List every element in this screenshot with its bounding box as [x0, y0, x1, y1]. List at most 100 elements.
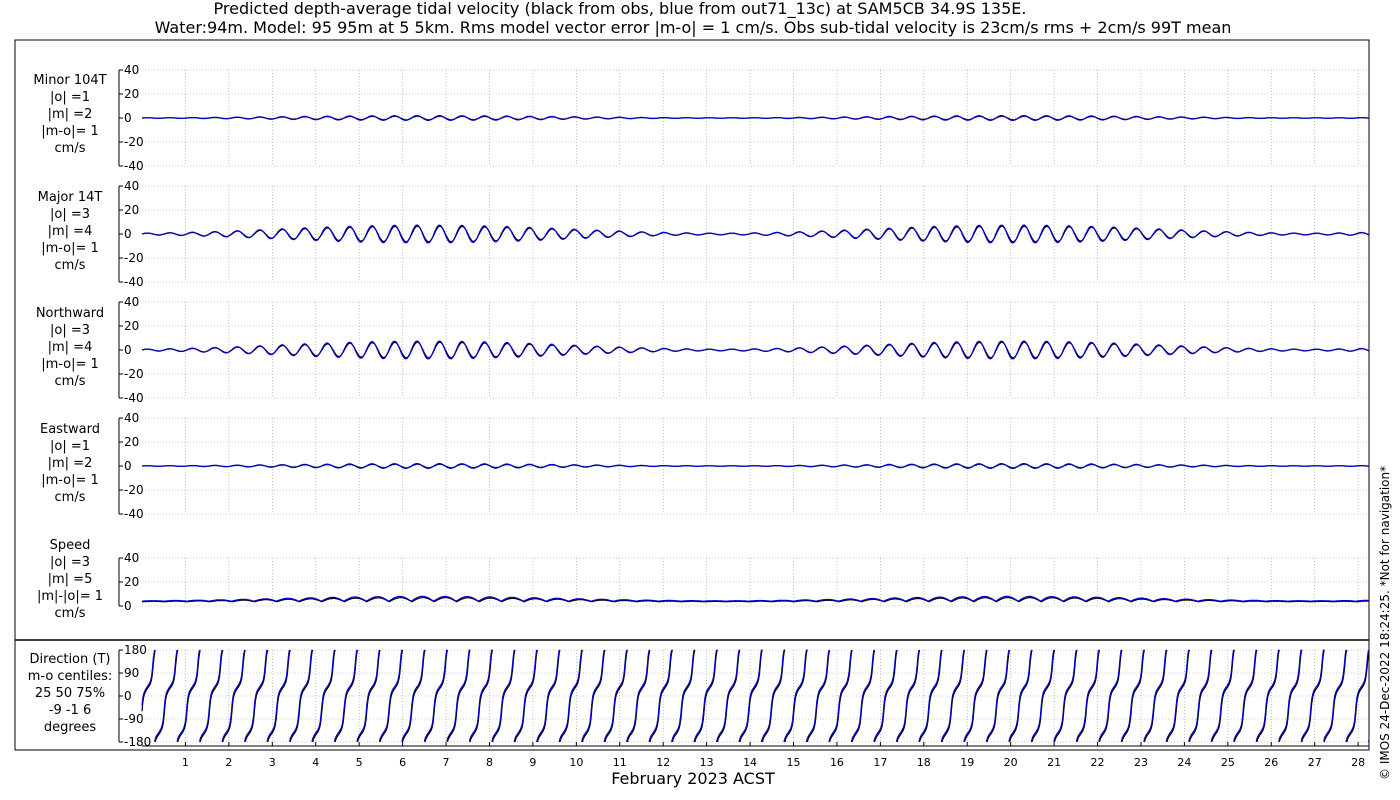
panel-label: |m| =4: [48, 340, 93, 355]
panel-label: cm/s: [55, 141, 86, 156]
x-tick-label: 15: [787, 756, 801, 769]
panels: 40 20 0 -20 -40 Minor 104T |o| =1 |m| =2 |m-o|= …: [28, 63, 1370, 749]
x-tick-label: 9: [529, 756, 536, 769]
x-tick-label: 19: [960, 756, 974, 769]
panel-label: 25 50 75%: [35, 686, 105, 701]
x-tick-label: 17: [873, 756, 887, 769]
y-tick-label: 90: [124, 666, 139, 680]
y-tick-label: -40: [124, 507, 144, 521]
y-tick-label: 20: [124, 203, 139, 217]
panel-label: |m-o|= 1: [41, 357, 99, 372]
figure-frame: [14, 39, 1370, 751]
panel-label: |m-o|= 1: [41, 241, 99, 256]
y-tick-label: -40: [124, 275, 144, 289]
chart-title-line2: Water:94m. Model: 95 95m at 5 5km. Rms m…: [155, 18, 1232, 37]
panel-label: degrees: [44, 720, 97, 735]
panel-label: Northward: [36, 306, 104, 321]
panel-label: Major 14T: [38, 190, 103, 205]
x-tick-label: 16: [830, 756, 844, 769]
y-tick-label: -20: [124, 251, 144, 265]
panel-label: |m| =2: [48, 107, 93, 122]
panel-label: -9 -1 6: [49, 703, 91, 718]
x-tick-label: 13: [700, 756, 714, 769]
panel-label: |o| =3: [50, 323, 90, 338]
panel-label: cm/s: [55, 374, 86, 389]
series-major-obs: [141, 225, 1370, 243]
x-tick-label: 5: [356, 756, 363, 769]
y-tick-label: 20: [124, 435, 139, 449]
x-tick-label: 3: [269, 756, 276, 769]
series-direction-model: [141, 649, 1370, 743]
y-tick-label: 20: [124, 575, 139, 589]
tidal-velocity-figure: Predicted depth-average tidal velocity (…: [14, 0, 1392, 788]
y-tick-label: -20: [124, 135, 144, 149]
y-tick-label: 40: [124, 295, 139, 309]
x-tick-label: 18: [917, 756, 931, 769]
y-tick-label: 40: [124, 551, 139, 565]
series-direction-obs: [141, 649, 1370, 743]
panel-label: m-o centiles:: [28, 669, 113, 684]
y-tick-label: 40: [124, 179, 139, 193]
panel-label: Direction (T): [30, 652, 111, 667]
panel-minor: 40 20 0 -20 -40 Minor 104T |o| =1 |m| =2 |m-o|= …: [33, 63, 1370, 173]
y-tick-label: -90: [124, 712, 144, 726]
x-tick-label: 11: [613, 756, 627, 769]
panel-label: |m| =5: [48, 572, 93, 587]
y-tick-label: -20: [124, 483, 144, 497]
series-minor-model: [141, 115, 1370, 122]
series-northward-obs: [141, 341, 1370, 359]
panel-label: Eastward: [40, 422, 100, 437]
series-northward-model: [141, 340, 1370, 360]
x-tick-label: 26: [1264, 756, 1278, 769]
panel-label: |m-o|= 1: [41, 124, 99, 139]
chart-title-line1: Predicted depth-average tidal velocity (…: [214, 0, 1027, 19]
panel-label: cm/s: [55, 258, 86, 273]
panel-label: |o| =3: [50, 555, 90, 570]
x-tick-label: 20: [1004, 756, 1018, 769]
x-tick-label: 24: [1177, 756, 1191, 769]
x-tick-label: 8: [486, 756, 493, 769]
y-tick-label: 40: [124, 411, 139, 425]
panel-eastward: 40 20 0 -20 -40 Eastward |o| =1 |m| =2 |m-o|= 1 c…: [40, 411, 1370, 521]
x-tick-label: 23: [1134, 756, 1148, 769]
x-tick-label: 14: [743, 756, 757, 769]
y-tick-label: 0: [124, 599, 132, 613]
panel-label: |o| =1: [50, 439, 90, 454]
y-tick-label: 40: [124, 63, 139, 77]
panel-northward: 40 20 0 -20 -40 Northward |o| =3 |m| =4 |m-o|= 1…: [36, 295, 1370, 405]
x-tick-label: 6: [399, 756, 406, 769]
panel-label: |m| =2: [48, 456, 93, 471]
y-tick-label: -40: [124, 391, 144, 405]
y-tick-label: -20: [124, 367, 144, 381]
x-tick-label: 4: [312, 756, 319, 769]
x-tick-label: 7: [443, 756, 450, 769]
x-tick-label: 12: [656, 756, 670, 769]
panel-label: Speed: [50, 538, 91, 553]
x-tick-label: 10: [569, 756, 583, 769]
x-tick-label: 22: [1091, 756, 1105, 769]
credit-text: © IMOS 24-Dec-2022 18:24:25. *Not for na…: [1378, 466, 1392, 780]
y-tick-label: 0: [124, 459, 132, 473]
y-tick-label: 20: [124, 87, 139, 101]
y-tick-label: 180: [124, 643, 147, 657]
x-axis: 1 2 3 4 5 6 7 8 9 10 11 12 13 14 15 16 17 18 19 20 21 22 23 24 2…: [142, 742, 1369, 769]
y-tick-label: -40: [124, 159, 144, 173]
y-tick-label: 0: [124, 689, 132, 703]
y-tick-label: 0: [124, 227, 132, 241]
y-tick-label: 20: [124, 319, 139, 333]
x-tick-label: 2: [225, 756, 232, 769]
x-tick-label: 21: [1047, 756, 1061, 769]
panel-label: cm/s: [55, 490, 86, 505]
x-axis-label: February 2023 ACST: [611, 769, 775, 788]
panel-direction: 180 90 0 -90 -180 Direction (T) m-o centiles: 2…: [28, 643, 1370, 749]
x-tick-label: 28: [1351, 756, 1365, 769]
y-tick-label: 0: [124, 111, 132, 125]
x-tick-label: 1: [182, 756, 189, 769]
y-tick-label: 0: [124, 343, 132, 357]
x-tick-label: 25: [1221, 756, 1235, 769]
panel-label: |m|-|o|= 1: [37, 589, 103, 604]
panel-major: 40 20 0 -20 -40 Major 14T |o| =3 |m| =4 |m-o|= 1…: [38, 179, 1370, 289]
panel-label: Minor 104T: [33, 73, 106, 88]
panel-label: |m-o|= 1: [41, 473, 99, 488]
panel-label: |o| =1: [50, 90, 90, 105]
